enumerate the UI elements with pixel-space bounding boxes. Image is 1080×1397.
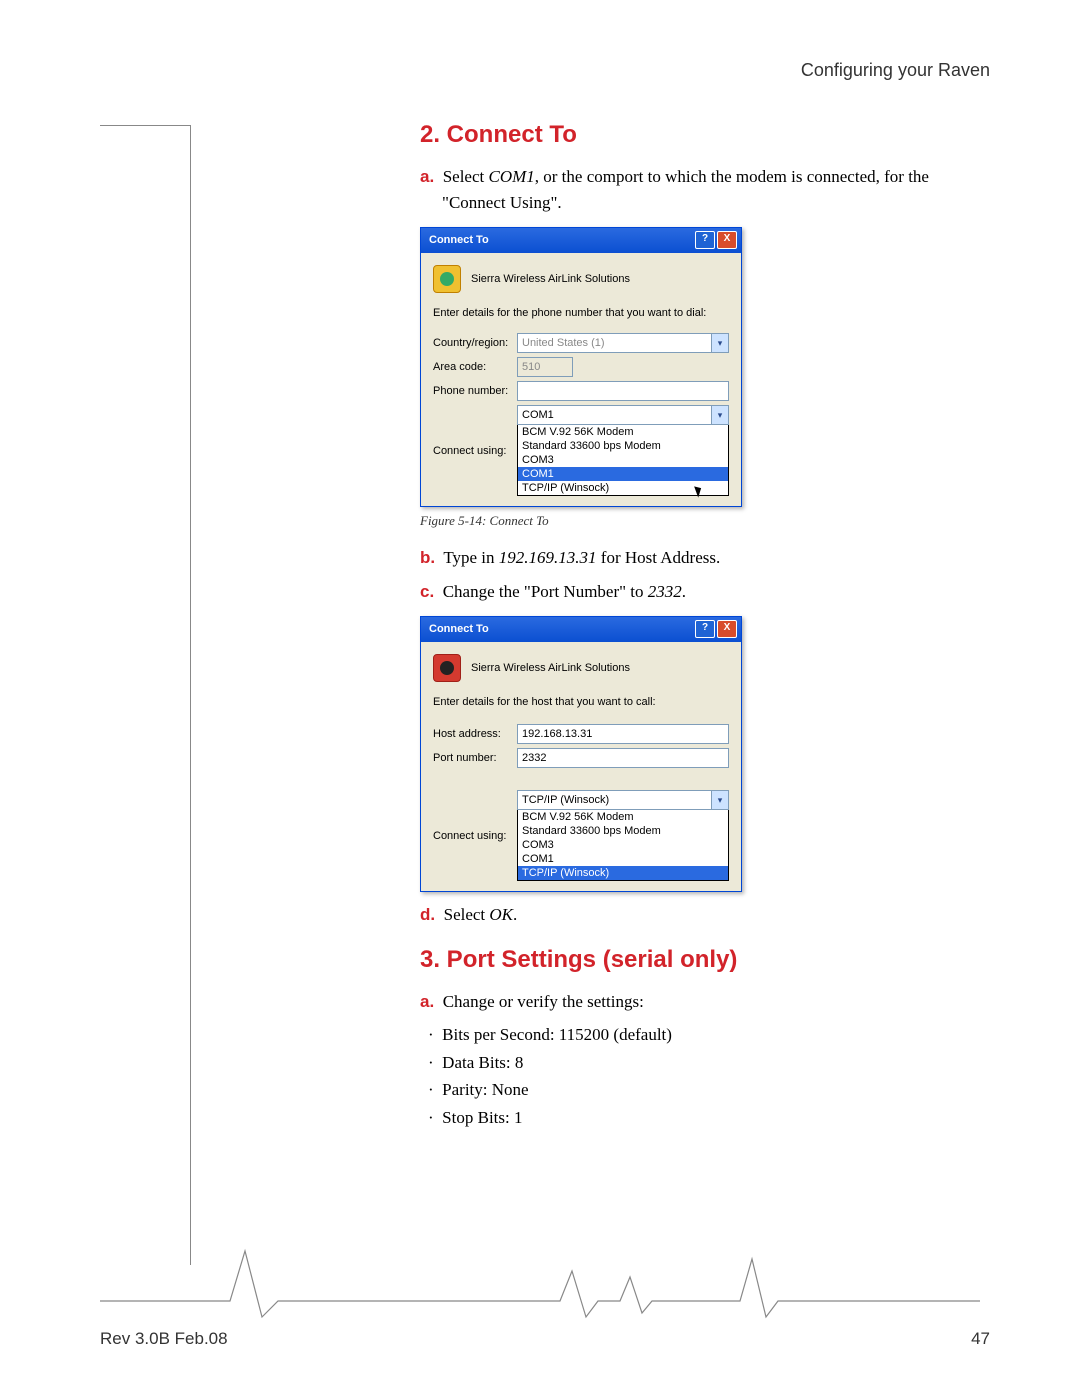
app-name: Sierra Wireless AirLink Solutions bbox=[471, 273, 630, 285]
step-b-letter: b. bbox=[420, 548, 435, 567]
area-code-input[interactable] bbox=[517, 357, 573, 377]
dropdown-option[interactable]: COM3 bbox=[518, 838, 728, 852]
connect-using-select[interactable]: COM1▾ bbox=[517, 405, 729, 425]
bullet-item: · Parity: None bbox=[420, 1077, 990, 1103]
dropdown-option[interactable]: BCM V.92 56K Modem bbox=[518, 425, 728, 439]
dropdown-option[interactable]: Standard 33600 bps Modem bbox=[518, 824, 728, 838]
footer: Rev 3.0B Feb.08 47 bbox=[100, 1329, 990, 1349]
step-a-pre: Select bbox=[443, 167, 489, 186]
connect-using-select[interactable]: TCP/IP (Winsock)▾ bbox=[517, 790, 729, 810]
step-d: d. Select OK. bbox=[420, 902, 990, 928]
help-icon[interactable]: ? bbox=[695, 231, 715, 249]
dialog-title: Connect To bbox=[429, 234, 693, 246]
phone-icon bbox=[433, 265, 461, 293]
label-country: Country/region: bbox=[433, 331, 517, 355]
phone-input[interactable] bbox=[517, 381, 729, 401]
dropdown-option-selected[interactable]: COM1 bbox=[518, 467, 728, 481]
bullet-item: · Stop Bits: 1 bbox=[420, 1105, 990, 1131]
titlebar: Connect To ? X bbox=[421, 617, 741, 642]
label-host: Host address: bbox=[433, 722, 517, 746]
connect-using-dropdown[interactable]: BCM V.92 56K Modem Standard 33600 bps Mo… bbox=[517, 425, 729, 496]
heartbeat-graphic bbox=[100, 1239, 980, 1319]
footer-rev: Rev 3.0B Feb.08 bbox=[100, 1329, 228, 1349]
heading-connect-to: 2. Connect To bbox=[420, 121, 990, 149]
dropdown-option[interactable]: COM3 bbox=[518, 453, 728, 467]
bullet-item: · Bits per Second: 115200 (default) bbox=[420, 1022, 990, 1048]
footer-page: 47 bbox=[971, 1329, 990, 1349]
step-d-letter: d. bbox=[420, 905, 435, 924]
rule-vertical bbox=[190, 125, 191, 1265]
running-header: Configuring your Raven bbox=[100, 60, 990, 81]
titlebar: Connect To ? X bbox=[421, 228, 741, 253]
rule-top bbox=[100, 125, 190, 126]
label-port: Port number: bbox=[433, 746, 517, 770]
app-row: Sierra Wireless AirLink Solutions bbox=[433, 265, 729, 293]
app-row: Sierra Wireless AirLink Solutions bbox=[433, 654, 729, 682]
chevron-down-icon: ▾ bbox=[711, 406, 728, 424]
step-c: c. Change the "Port Number" to 2332. bbox=[420, 579, 990, 605]
connect-using-dropdown[interactable]: BCM V.92 56K Modem Standard 33600 bps Mo… bbox=[517, 810, 729, 881]
dialog-prompt: Enter details for the phone number that … bbox=[433, 307, 729, 319]
form2: Connect using: TCP/IP (Winsock)▾ BCM V.9… bbox=[433, 788, 729, 883]
dialog-body: Sierra Wireless AirLink Solutions Enter … bbox=[421, 642, 741, 891]
step-a: a. Select COM1, or the comport to which … bbox=[420, 164, 990, 215]
phone-icon bbox=[433, 654, 461, 682]
dropdown-option[interactable]: TCP/IP (Winsock) bbox=[518, 481, 728, 495]
app-name: Sierra Wireless AirLink Solutions bbox=[471, 662, 630, 674]
close-icon[interactable]: X bbox=[717, 231, 737, 249]
label-connect-using: Connect using: bbox=[433, 403, 517, 498]
step-a-letter: a. bbox=[420, 167, 434, 186]
step-a2: a. Change or verify the settings: bbox=[420, 989, 990, 1015]
dialog-prompt: Enter details for the host that you want… bbox=[433, 696, 729, 708]
step-b: b. Type in 192.169.13.31 for Host Addres… bbox=[420, 545, 990, 571]
label-area: Area code: bbox=[433, 355, 517, 379]
label-phone: Phone number: bbox=[433, 379, 517, 403]
dialog-connect-to-phone: Connect To ? X Sierra Wireless AirLink S… bbox=[420, 227, 742, 507]
dialog-title: Connect To bbox=[429, 623, 693, 635]
step-a2-letter: a. bbox=[420, 992, 434, 1011]
close-icon[interactable]: X bbox=[717, 620, 737, 638]
chevron-down-icon: ▾ bbox=[711, 334, 728, 352]
step-c-letter: c. bbox=[420, 582, 434, 601]
dropdown-option-selected[interactable]: TCP/IP (Winsock) bbox=[518, 866, 728, 880]
port-number-input[interactable] bbox=[517, 748, 729, 768]
dropdown-option[interactable]: Standard 33600 bps Modem bbox=[518, 439, 728, 453]
label-connect-using: Connect using: bbox=[433, 788, 517, 883]
figure-caption: Figure 5-14: Connect To bbox=[420, 513, 990, 529]
dropdown-option[interactable]: BCM V.92 56K Modem bbox=[518, 810, 728, 824]
main-content: 2. Connect To a. Select COM1, or the com… bbox=[420, 121, 990, 1130]
dialog-body: Sierra Wireless AirLink Solutions Enter … bbox=[421, 253, 741, 506]
heading-port-settings: 3. Port Settings (serial only) bbox=[420, 946, 990, 974]
dialog-connect-to-host: Connect To ? X Sierra Wireless AirLink S… bbox=[420, 616, 742, 892]
chevron-down-icon: ▾ bbox=[711, 791, 728, 809]
country-select[interactable]: United States (1)▾ bbox=[517, 333, 729, 353]
bullet-item: · Data Bits: 8 bbox=[420, 1050, 990, 1076]
form: Host address: Port number: bbox=[433, 722, 729, 770]
dropdown-option[interactable]: COM1 bbox=[518, 852, 728, 866]
step-a-em: COM1 bbox=[488, 167, 534, 186]
host-address-input[interactable] bbox=[517, 724, 729, 744]
form: Country/region: United States (1)▾ Area … bbox=[433, 331, 729, 498]
help-icon[interactable]: ? bbox=[695, 620, 715, 638]
